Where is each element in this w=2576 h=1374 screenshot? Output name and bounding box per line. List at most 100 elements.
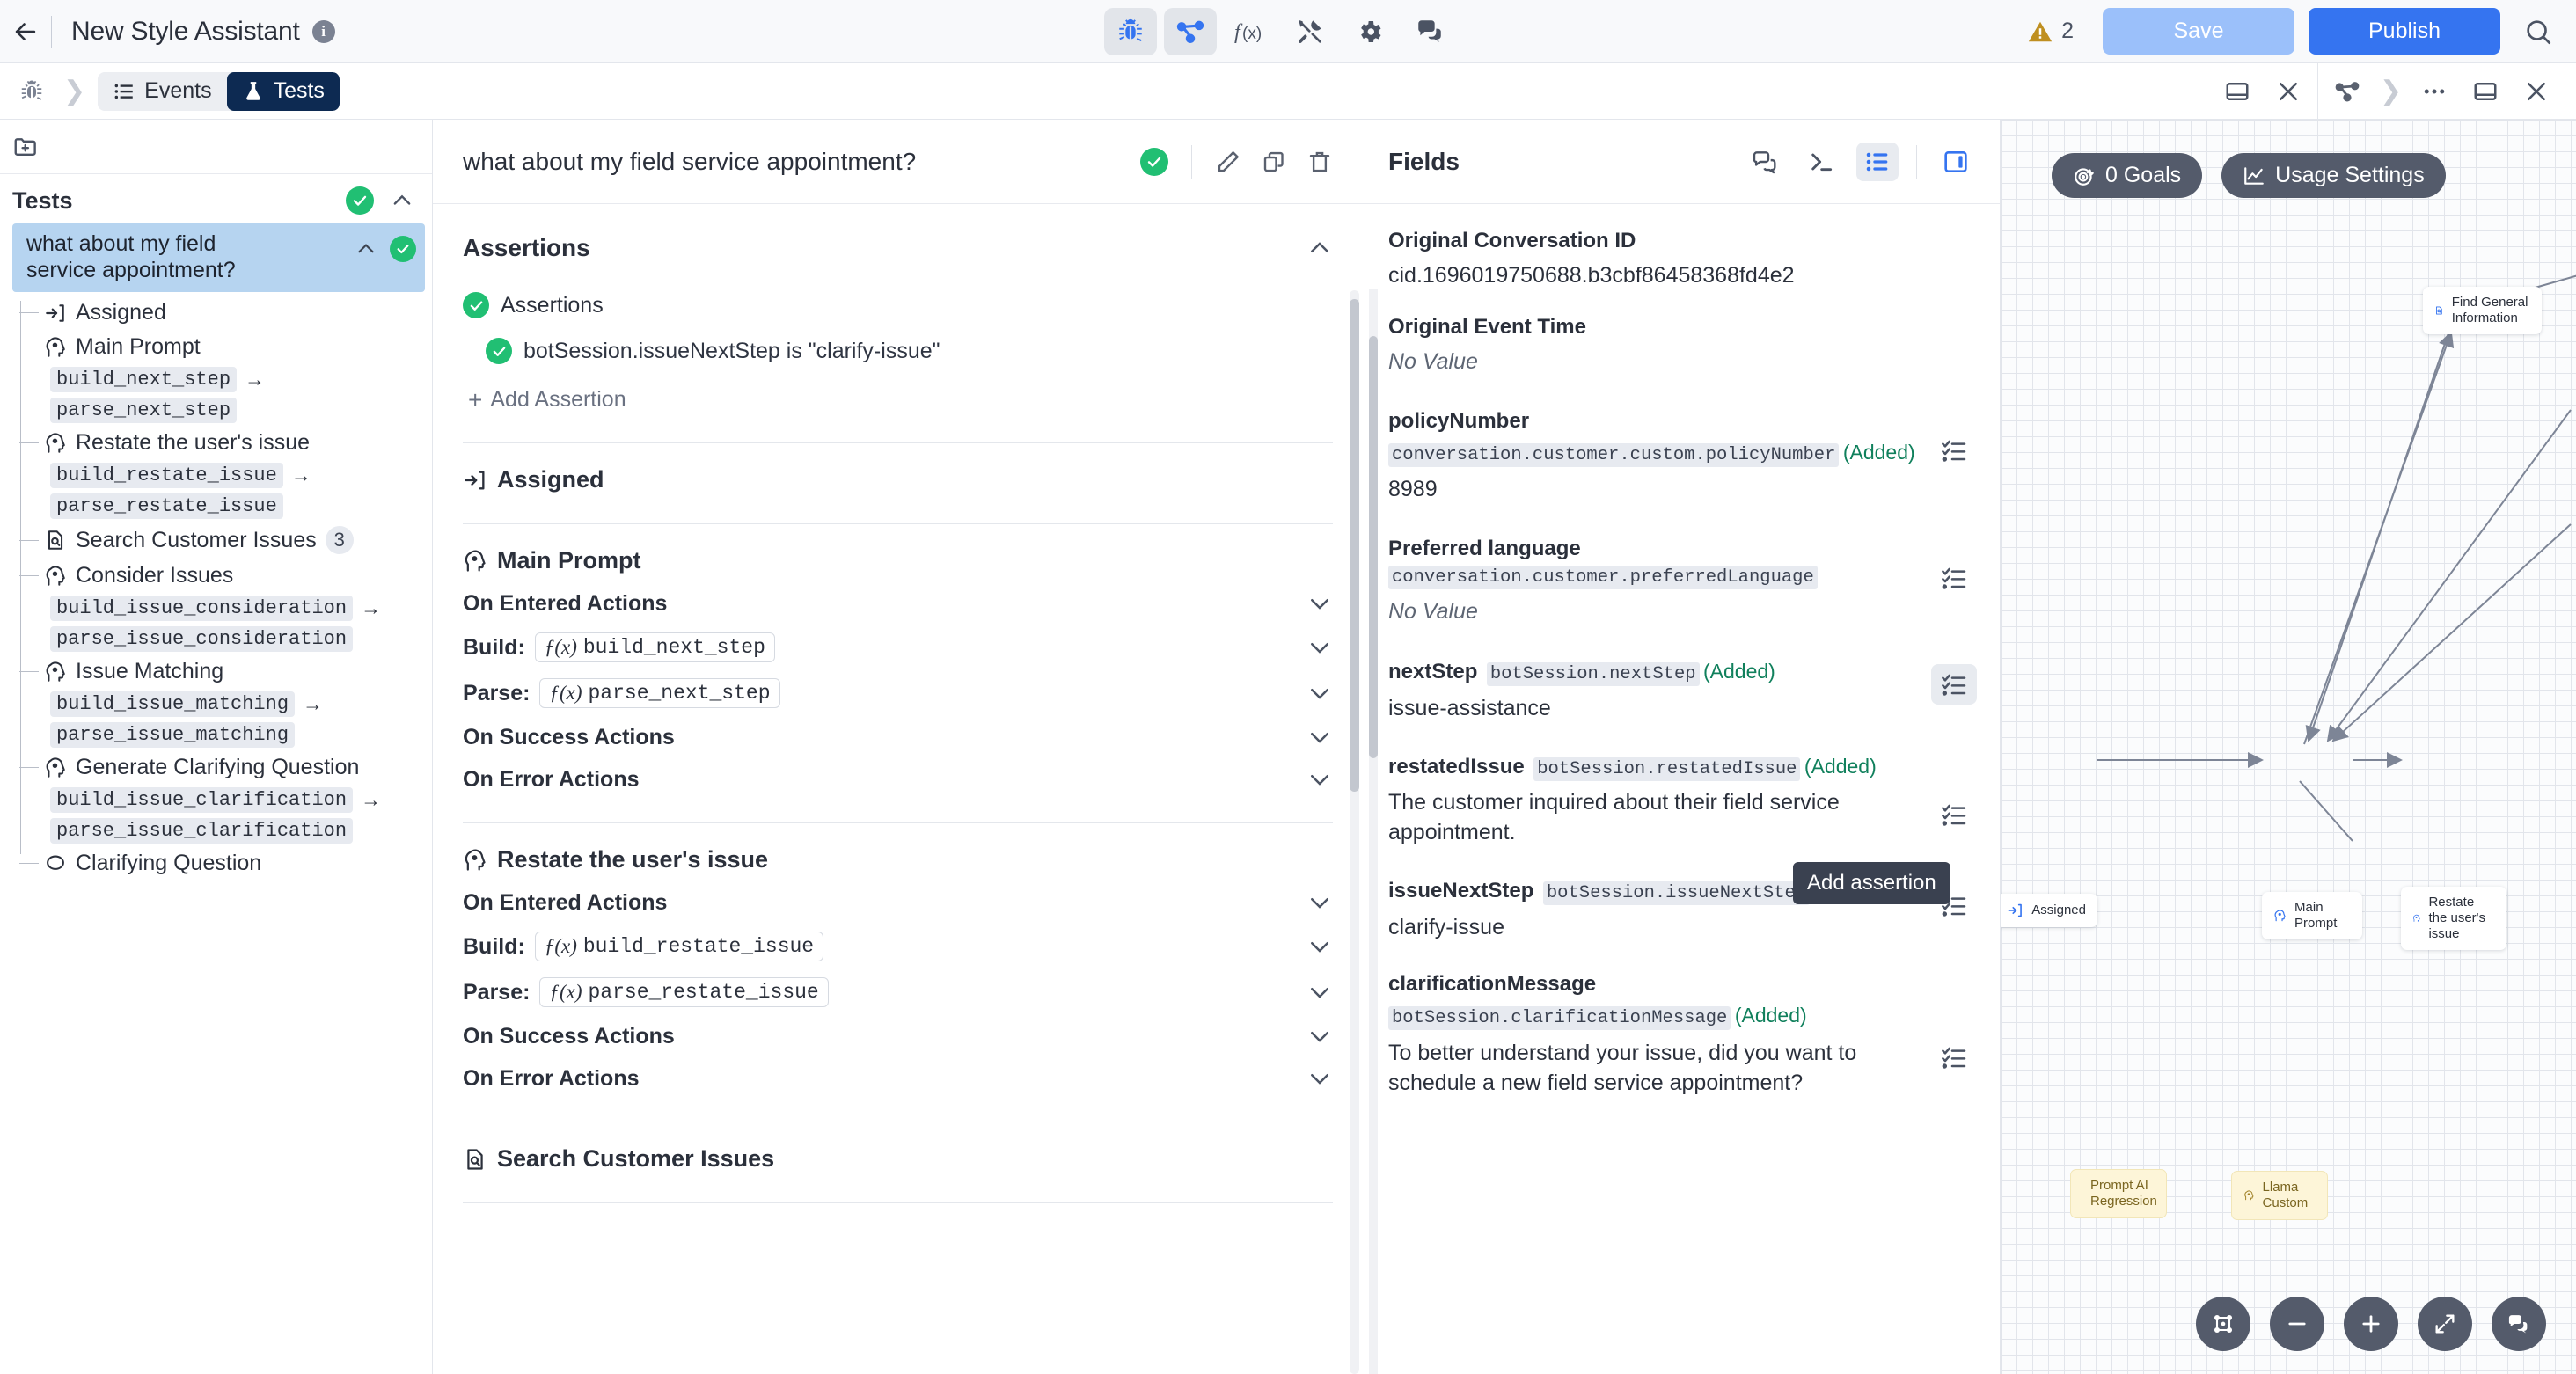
panel-minimize-button-left[interactable] <box>2212 66 2263 117</box>
tools-wrench-button[interactable] <box>1284 8 1336 55</box>
sidebar-item-selected-test[interactable]: what about my field service appointment? <box>12 223 425 292</box>
action-row-parse[interactable]: Parse: ƒ(x) parse_next_step <box>463 662 1333 708</box>
action-row-build-2[interactable]: Build: ƒ(x) build_restate_issue <box>463 916 1333 961</box>
function-chip[interactable]: build_issue_matching <box>50 691 296 717</box>
expand-button[interactable] <box>1306 724 1333 750</box>
expand-button[interactable] <box>1306 979 1333 1005</box>
action-row-parse-2[interactable]: Parse: ƒ(x) parse_restate_issue <box>463 961 1333 1007</box>
expand-button[interactable] <box>1306 634 1333 661</box>
expand-button[interactable] <box>1306 590 1333 617</box>
expand-button[interactable] <box>1306 1023 1333 1049</box>
function-chip[interactable]: build_issue_clarification <box>50 787 354 813</box>
add-assertion-button[interactable] <box>1931 1037 1977 1078</box>
sidebar-item-clarifying-question[interactable]: Clarifying Question <box>0 846 432 881</box>
publish-button[interactable]: Publish <box>2309 8 2500 55</box>
flow-node-main-prompt[interactable]: Main Prompt <box>2262 892 2362 939</box>
flow-canvas[interactable]: 0 Goals Usage Settings Find General Info… <box>2001 120 2576 1374</box>
flow-graph-button-2[interactable] <box>2322 66 2373 117</box>
expand-fullscreen-button[interactable] <box>2418 1297 2472 1351</box>
comments-button[interactable] <box>1403 8 1456 55</box>
panel-minimize-button-right[interactable] <box>2460 66 2511 117</box>
flow-node-find-general-information[interactable]: Find General Information <box>2423 287 2542 334</box>
function-chip[interactable]: ƒ(x) build_next_step <box>534 632 775 662</box>
save-button[interactable]: Save <box>2103 8 2294 55</box>
function-chip[interactable]: build_next_step <box>50 367 238 392</box>
action-row-on-entered-2[interactable]: On Entered Actions <box>463 873 1333 916</box>
flow-node-prompt-ai-regression[interactable]: Prompt AI Regression <box>2070 1169 2167 1218</box>
scrollbar-thumb[interactable] <box>1350 299 1359 792</box>
chat-comments-button[interactable] <box>2492 1297 2546 1351</box>
function-chip[interactable]: parse_next_step <box>50 398 238 423</box>
fit-selection-button[interactable] <box>2196 1297 2250 1351</box>
comments-button[interactable] <box>1744 143 1786 181</box>
expand-button[interactable] <box>1306 680 1333 706</box>
settings-gear-button[interactable] <box>1343 8 1396 55</box>
terminal-button[interactable] <box>1800 143 1842 181</box>
warning-indicator[interactable]: 2 <box>2027 18 2074 45</box>
collapse-test-button[interactable] <box>355 238 377 260</box>
goals-pill[interactable]: 0 Goals <box>2052 153 2203 198</box>
add-assertion-button[interactable]: + Add Assertion <box>463 387 1333 413</box>
list-view-button[interactable] <box>1856 142 1899 181</box>
sidebar-item-restate-issue[interactable]: Restate the user's issue <box>0 426 432 460</box>
add-assertion-button[interactable] <box>1931 558 1977 598</box>
collapse-assertions-button[interactable] <box>1306 235 1333 261</box>
back-button[interactable] <box>0 17 51 47</box>
expand-button[interactable] <box>1306 933 1333 960</box>
action-row-on-entered[interactable]: On Entered Actions <box>463 574 1333 617</box>
delete-button[interactable] <box>1306 149 1333 175</box>
action-row-on-error-2[interactable]: On Error Actions <box>463 1049 1333 1092</box>
expand-button[interactable] <box>1306 1065 1333 1092</box>
flow-node-restate-issue[interactable]: Restate the user's issue <box>2401 887 2506 950</box>
add-assertion-button-highlighted[interactable] <box>1931 664 1977 705</box>
sidebar-item-main-prompt[interactable]: Main Prompt <box>0 330 432 364</box>
info-icon[interactable]: i <box>311 19 335 43</box>
function-chip[interactable]: ƒ(x) parse_restate_issue <box>539 977 829 1007</box>
zoom-in-button[interactable] <box>2344 1297 2398 1351</box>
bug-button[interactable] <box>12 78 51 105</box>
add-assertion-button[interactable] <box>1931 794 1977 835</box>
zoom-out-button[interactable] <box>2270 1297 2324 1351</box>
sidebar-item-search-customer-issues[interactable]: Search Customer Issues 3 <box>0 522 432 559</box>
debug-bug-button[interactable] <box>1104 7 1157 55</box>
function-fx-button[interactable]: f (x) <box>1224 8 1277 55</box>
action-row-build[interactable]: Build: ƒ(x) build_next_step <box>463 617 1333 662</box>
collapse-tests-button[interactable] <box>390 188 414 213</box>
function-chip[interactable]: parse_issue_consideration <box>50 626 354 652</box>
close-panel-button-left[interactable] <box>2263 66 2314 117</box>
flow-node-llama-custom[interactable]: Llama Custom <box>2231 1171 2328 1220</box>
step-header-restate-issue[interactable]: Restate the user's issue <box>463 823 1333 873</box>
action-row-on-success-2[interactable]: On Success Actions <box>463 1007 1333 1049</box>
expand-button[interactable] <box>1306 889 1333 916</box>
add-folder-button[interactable] <box>12 134 39 160</box>
expand-button[interactable] <box>1306 766 1333 793</box>
add-assertion-button[interactable] <box>1931 430 1977 471</box>
action-row-on-success[interactable]: On Success Actions <box>463 708 1333 750</box>
sidebar-item-issue-matching[interactable]: Issue Matching <box>0 654 432 689</box>
function-chip[interactable]: build_issue_consideration <box>50 596 354 621</box>
function-chip[interactable]: ƒ(x) parse_next_step <box>539 678 780 708</box>
step-header-main-prompt[interactable]: Main Prompt <box>463 524 1333 574</box>
assertion-item[interactable]: botSession.issueNextStep is "clarify-iss… <box>463 338 1333 364</box>
more-options-button[interactable] <box>2409 66 2460 117</box>
function-chip[interactable]: parse_issue_clarification <box>50 818 354 844</box>
function-chip[interactable]: ƒ(x) build_restate_issue <box>534 932 824 961</box>
function-chip[interactable]: build_restate_issue <box>50 463 283 488</box>
flow-graph-button[interactable] <box>1164 7 1217 55</box>
tests-group-header[interactable]: Tests <box>0 181 432 220</box>
duplicate-button[interactable] <box>1261 149 1287 175</box>
sidebar-item-consider-issues[interactable]: Consider Issues <box>0 559 432 593</box>
search-button[interactable] <box>2523 17 2553 47</box>
panel-toggle-button[interactable] <box>1935 143 1977 181</box>
step-header-assigned[interactable]: Assigned <box>463 443 1333 493</box>
edit-button[interactable] <box>1215 149 1241 175</box>
action-row-on-error[interactable]: On Error Actions <box>463 750 1333 793</box>
tab-tests[interactable]: Tests <box>226 71 340 111</box>
step-header-search-customer-issues[interactable]: Search Customer Issues <box>463 1122 1333 1173</box>
sidebar-item-assigned[interactable]: Assigned <box>0 296 432 330</box>
function-chip[interactable]: parse_restate_issue <box>50 493 283 519</box>
tab-events[interactable]: Events <box>98 72 226 111</box>
close-panel-button-right[interactable] <box>2511 66 2562 117</box>
usage-settings-pill[interactable]: Usage Settings <box>2221 153 2446 198</box>
function-chip[interactable]: parse_issue_matching <box>50 722 296 748</box>
